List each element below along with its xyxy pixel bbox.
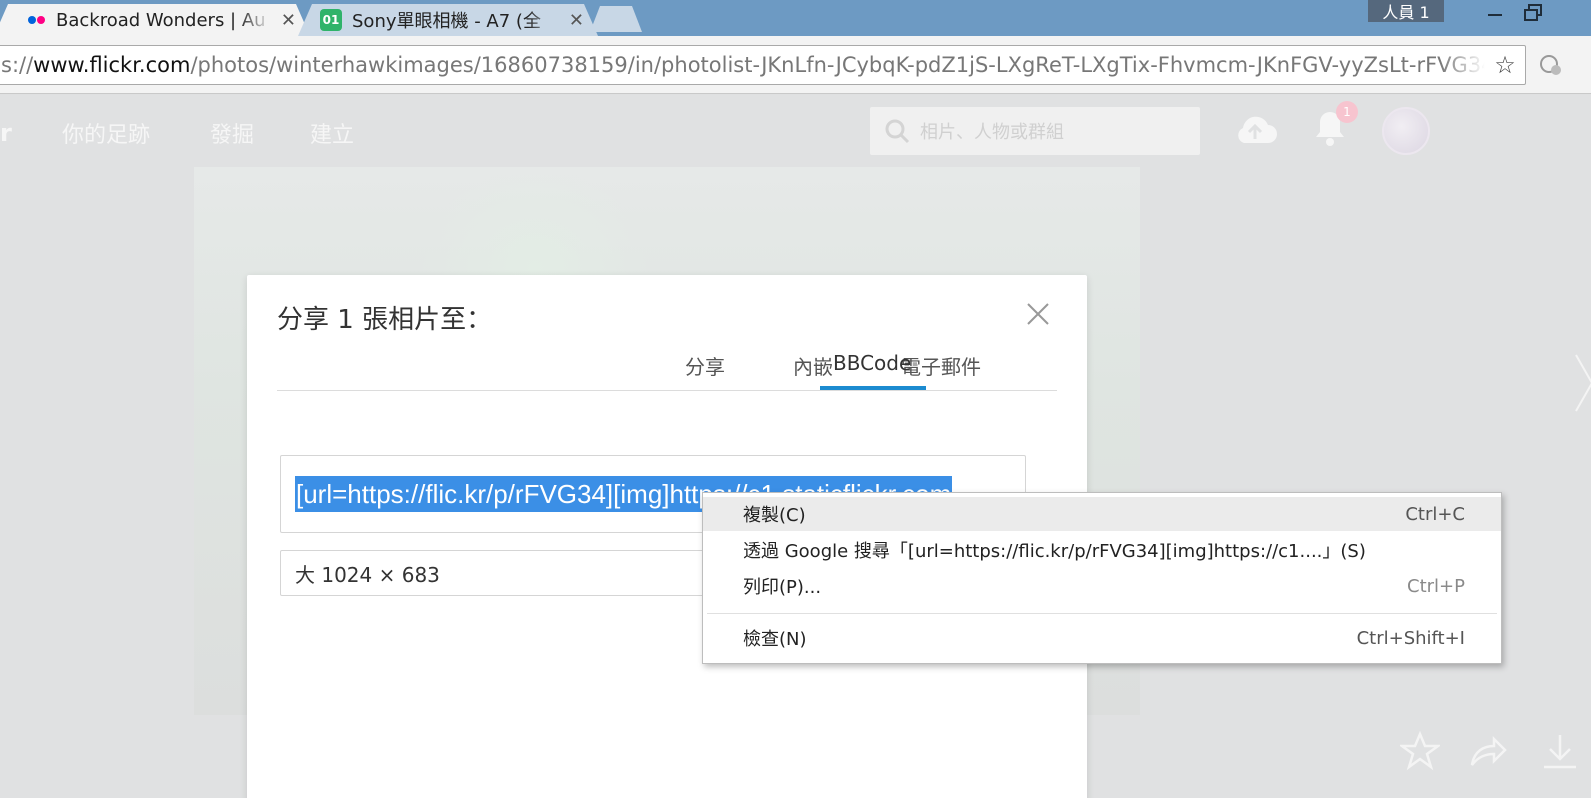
nav-you[interactable]: 你的足跡 [62, 117, 150, 149]
bookmark-star-icon[interactable]: ☆ [1485, 51, 1525, 79]
menu-item-print[interactable]: 列印(P)... Ctrl+P [703, 569, 1501, 603]
tab-embed[interactable]: 內嵌 [793, 351, 833, 391]
minimize-icon[interactable] [1474, 0, 1516, 26]
01-icon: 01 [320, 9, 342, 31]
browser-tabstrip: Backroad Wonders | Au ✕ 01 Sony單眼相機 - A7… [0, 0, 1591, 36]
profile-button[interactable]: 人員 1 [1368, 0, 1444, 22]
tab-bbcode[interactable]: BBCode [833, 351, 911, 391]
share-arrow-icon[interactable] [1468, 731, 1508, 771]
close-icon[interactable] [1025, 301, 1051, 327]
search-icon [885, 119, 910, 144]
active-tab-indicator [820, 386, 926, 390]
menu-separator [707, 613, 1497, 614]
search-placeholder: 相片、人物或群組 [920, 122, 1064, 143]
close-icon[interactable]: ✕ [281, 10, 296, 31]
avatar[interactable] [1382, 107, 1430, 155]
context-menu: 複製(C) Ctrl+C 透過 Google 搜尋「[url=https://f… [702, 492, 1502, 664]
notification-count-badge: 1 [1336, 101, 1358, 123]
page-search-box[interactable]: 相片、人物或群組 [870, 107, 1200, 155]
flickr-logo[interactable]: r [0, 119, 12, 147]
menu-item-inspect[interactable]: 檢查(N) Ctrl+Shift+I [703, 621, 1501, 655]
address-bar[interactable]: s://www.flickr.com/photos/winterhawkimag… [0, 45, 1526, 85]
extension-icon[interactable] [1538, 52, 1564, 78]
nav-explore[interactable]: 發掘 [210, 117, 254, 149]
tab-title: Backroad Wonders | Au [56, 9, 266, 31]
close-icon[interactable]: ✕ [569, 10, 584, 31]
share-dialog-title: 分享 1 張相片至： [277, 305, 493, 335]
upload-cloud-icon[interactable] [1232, 111, 1278, 147]
menu-item-copy[interactable]: 複製(C) Ctrl+C [703, 497, 1501, 531]
tab-sony-camera[interactable]: 01 Sony單眼相機 - A7 (全 ✕ [298, 4, 598, 36]
tab-backroad-wonders[interactable]: Backroad Wonders | Au ✕ [0, 4, 310, 36]
menu-item-search-google[interactable]: 透過 Google 搜尋「[url=https://flic.kr/p/rFVG… [703, 533, 1501, 567]
url-text[interactable]: s://www.flickr.com/photos/winterhawkimag… [0, 53, 1485, 77]
download-icon[interactable] [1540, 731, 1580, 771]
browser-toolbar: s://www.flickr.com/photos/winterhawkimag… [0, 36, 1591, 94]
tab-email[interactable]: 電子郵件 [901, 351, 981, 391]
favorite-star-icon[interactable] [1400, 731, 1440, 771]
restore-icon[interactable] [1512, 0, 1554, 26]
share-tabs: 分享 內嵌 電子郵件 BBCode [277, 341, 1057, 391]
flickr-icon [26, 14, 48, 26]
nav-create[interactable]: 建立 [310, 117, 354, 149]
tab-title: Sony單眼相機 - A7 (全 [352, 11, 541, 32]
next-photo-arrow-icon[interactable] [1574, 353, 1591, 413]
tab-share[interactable]: 分享 [685, 351, 725, 391]
